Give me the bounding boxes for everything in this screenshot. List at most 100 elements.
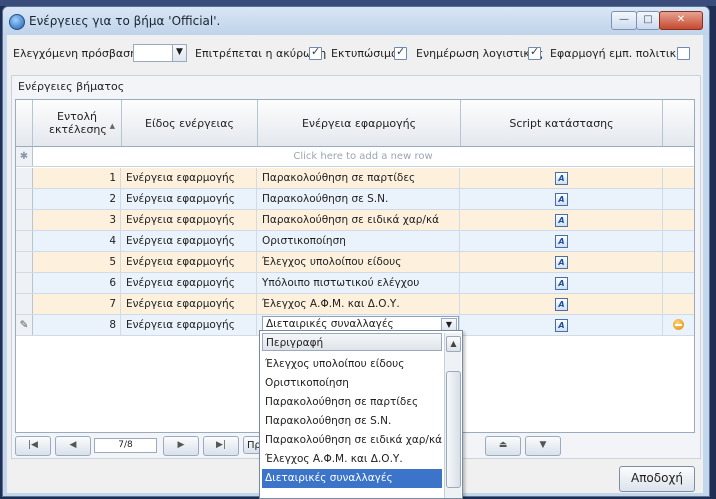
- table-row[interactable]: 4 Ενέργεια εφαρμογής Οριστικοποίηση A: [16, 231, 694, 252]
- cell-script[interactable]: A: [461, 231, 663, 251]
- asterisk-icon: ✱: [16, 147, 33, 166]
- script-icon[interactable]: A: [555, 298, 568, 311]
- remove-row-icon[interactable]: [673, 319, 684, 330]
- cell-action[interactable]: Υπόλοιπο πιστωτικού ελέγχου: [258, 273, 460, 293]
- prev-page-button[interactable]: ◀: [55, 436, 91, 456]
- cell-action[interactable]: Έλεγχος υπολοίπου είδους: [258, 252, 460, 272]
- dropdown-item[interactable]: Έλεγχος υπολοίπου είδους: [262, 355, 442, 374]
- title-bar: Ενέργειες για το βήμα 'Official'. — □ ✕: [3, 7, 709, 35]
- maximize-button[interactable]: □: [636, 11, 660, 30]
- row-indicator[interactable]: [16, 273, 33, 293]
- row-indicator[interactable]: [16, 252, 33, 272]
- cell-type[interactable]: Ενέργεια εφαρμογής: [122, 294, 257, 314]
- first-page-button[interactable]: |◀: [15, 436, 51, 456]
- dropdown-item-selected[interactable]: Διεταιρικές συναλλαγές: [262, 469, 442, 488]
- script-icon[interactable]: A: [555, 193, 568, 206]
- cell-action[interactable]: Έλεγχος Α.Φ.Μ. και Δ.Ο.Υ.: [258, 294, 460, 314]
- cell-extra: [663, 210, 694, 230]
- dropdown-item[interactable]: Έλεγχος Α.Φ.Μ. και Δ.Ο.Υ.: [262, 450, 442, 469]
- controlled-access-combo[interactable]: ▼: [133, 44, 187, 62]
- cell-script[interactable]: A: [461, 294, 663, 314]
- action-combo-value: Διεταιρικές συναλλαγές: [266, 318, 394, 330]
- cell-type[interactable]: Ενέργεια εφαρμογής: [122, 210, 257, 230]
- dropdown-item[interactable]: Παρακολούθηση σε ειδικά χαρ/κά: [262, 431, 442, 450]
- column-header-action[interactable]: Ενέργεια εφαρμογής: [258, 100, 461, 146]
- cell-type[interactable]: Ενέργεια εφαρμογής: [122, 168, 257, 188]
- new-row[interactable]: ✱ Click here to add a new row: [16, 147, 694, 167]
- cell-type[interactable]: Ενέργεια εφαρμογής: [122, 273, 257, 293]
- cell-order[interactable]: 1: [33, 168, 121, 188]
- cell-action[interactable]: Οριστικοποίηση: [258, 231, 460, 251]
- scroll-thumb[interactable]: [446, 371, 461, 488]
- cell-type[interactable]: Ενέργεια εφαρμογής: [122, 231, 257, 251]
- cell-script[interactable]: A: [461, 168, 663, 188]
- close-button[interactable]: ✕: [659, 11, 703, 30]
- new-row-text[interactable]: Click here to add a new row: [33, 147, 693, 166]
- cell-order[interactable]: 3: [33, 210, 121, 230]
- cell-script[interactable]: A: [461, 252, 663, 272]
- cell-action[interactable]: Παρακολούθηση σε ειδικά χαρ/κά: [258, 210, 460, 230]
- cell-extra: [663, 231, 694, 251]
- printable-checkbox[interactable]: [394, 45, 407, 60]
- script-icon[interactable]: A: [555, 256, 568, 269]
- eject-up-icon[interactable]: ⏏: [485, 436, 521, 456]
- cell-script[interactable]: A: [461, 189, 663, 209]
- dropdown-scrollbar[interactable]: ▲: [444, 333, 461, 498]
- cell-action[interactable]: Παρακολούθηση σε παρτίδες: [258, 168, 460, 188]
- dropdown-item[interactable]: Παρακολούθηση σε παρτίδες: [262, 393, 442, 412]
- table-row[interactable]: 5 Ενέργεια εφαρμογής Έλεγχος υπολοίπου ε…: [16, 252, 694, 273]
- indicator-header: [16, 100, 33, 146]
- cell-script[interactable]: A: [461, 315, 663, 335]
- cell-script[interactable]: A: [461, 273, 663, 293]
- allow-cancel-checkbox[interactable]: [309, 45, 322, 60]
- column-header-script[interactable]: Script κατάστασης: [461, 100, 663, 146]
- column-header-type[interactable]: Είδος ενέργειας: [122, 100, 258, 146]
- row-indicator[interactable]: [16, 231, 33, 251]
- script-icon[interactable]: A: [555, 172, 568, 185]
- cell-action[interactable]: Παρακολούθηση σε S.N.: [258, 189, 460, 209]
- cell-type[interactable]: Ενέργεια εφαρμογής: [122, 315, 257, 335]
- column-header-order[interactable]: Εντολή εκτέλεσης ▲: [33, 100, 122, 146]
- last-page-button[interactable]: ▶|: [203, 436, 239, 456]
- cell-order[interactable]: 5: [33, 252, 121, 272]
- script-icon[interactable]: A: [555, 235, 568, 248]
- cell-order[interactable]: 2: [33, 189, 121, 209]
- next-page-button[interactable]: ▶: [163, 436, 199, 456]
- dropdown-item[interactable]: Οριστικοποίηση: [262, 374, 442, 393]
- row-indicator[interactable]: [16, 294, 33, 314]
- action-dropdown-list: Περιγραφή Έλεγχος υπολοίπου είδους Οριστ…: [259, 330, 463, 499]
- cell-type[interactable]: Ενέργεια εφαρμογής: [122, 189, 257, 209]
- table-row[interactable]: 6 Ενέργεια εφαρμογής Υπόλοιπο πιστωτικού…: [16, 273, 694, 294]
- apply-policy-checkbox[interactable]: [677, 47, 690, 60]
- script-icon[interactable]: A: [555, 277, 568, 290]
- cell-type[interactable]: Ενέργεια εφαρμογής: [122, 252, 257, 272]
- accept-button[interactable]: Αποδοχή: [619, 466, 695, 492]
- table-row[interactable]: 1 Ενέργεια εφαρμογής Παρακολούθηση σε πα…: [16, 168, 694, 189]
- table-row[interactable]: 7 Ενέργεια εφαρμογής Έλεγχος Α.Φ.Μ. και …: [16, 294, 694, 315]
- column-header-label: Εντολή εκτέλεσης: [49, 110, 107, 136]
- script-icon[interactable]: A: [555, 319, 568, 332]
- apply-policy-label: Εφαρμογή εμπ. πολιτικής: [550, 47, 690, 60]
- controlled-access-label: Ελεγχόμενη πρόσβαση: [13, 47, 138, 60]
- cell-order[interactable]: 7: [33, 294, 121, 314]
- dropdown-item[interactable]: Παρακολούθηση σε S.N.: [262, 412, 442, 431]
- scroll-up-icon[interactable]: ▲: [446, 336, 461, 352]
- update-accounting-checkbox[interactable]: [528, 45, 541, 60]
- cell-extra: [663, 189, 694, 209]
- table-row[interactable]: 3 Ενέργεια εφαρμογής Παρακολούθηση σε ει…: [16, 210, 694, 231]
- cell-order[interactable]: 4: [33, 231, 121, 251]
- minimize-button[interactable]: —: [611, 11, 637, 30]
- pencil-icon[interactable]: ✎: [16, 315, 33, 335]
- cell-order[interactable]: 6: [33, 273, 121, 293]
- script-icon[interactable]: A: [555, 214, 568, 227]
- row-indicator[interactable]: [16, 189, 33, 209]
- cell-extra[interactable]: [663, 315, 694, 335]
- eject-down-icon[interactable]: ▼: [525, 436, 561, 456]
- cell-script[interactable]: A: [461, 210, 663, 230]
- row-indicator[interactable]: [16, 210, 33, 230]
- cell-order[interactable]: 8: [33, 315, 121, 335]
- grid-header: Εντολή εκτέλεσης ▲ Είδος ενέργειας Ενέργ…: [16, 100, 694, 147]
- table-row[interactable]: 2 Ενέργεια εφαρμογής Παρακολούθηση σε S.…: [16, 189, 694, 210]
- row-indicator[interactable]: [16, 168, 33, 188]
- chevron-down-icon[interactable]: ▼: [172, 45, 186, 61]
